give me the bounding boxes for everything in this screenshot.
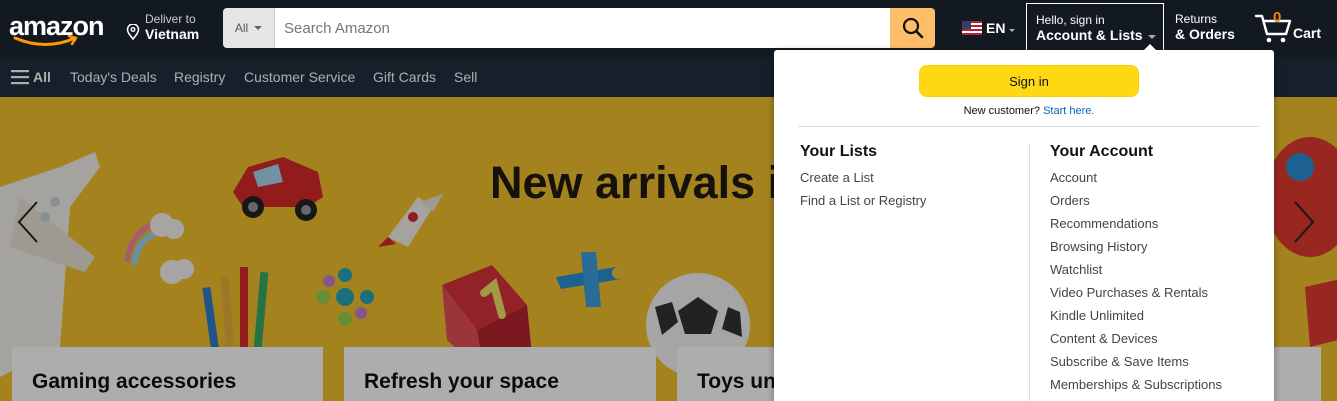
deliver-label: Deliver to bbox=[145, 12, 196, 26]
link-create-a-list[interactable]: Create a List bbox=[800, 169, 926, 192]
sign-in-button[interactable]: Sign in bbox=[919, 65, 1139, 97]
link-orders[interactable]: Orders bbox=[1050, 192, 1222, 215]
account-greeting: Hello, sign in bbox=[1036, 13, 1105, 27]
us-flag-icon bbox=[962, 21, 982, 35]
chevron-down-icon bbox=[1009, 28, 1016, 32]
search-category-label: All bbox=[234, 21, 249, 35]
chevron-down-icon bbox=[1147, 35, 1156, 39]
search-icon bbox=[902, 17, 923, 39]
orders-label: & Orders bbox=[1175, 26, 1235, 42]
cart-label: Cart bbox=[1293, 25, 1322, 41]
flyout-divider bbox=[798, 126, 1259, 127]
amazon-home-page: amazon Deliver to Vietnam All Search Ama… bbox=[0, 0, 1337, 401]
your-lists-links: Create a List Find a List or Registry bbox=[800, 169, 926, 215]
start-here-link[interactable]: Start here. bbox=[1043, 105, 1094, 117]
cart-count: 0 bbox=[1273, 9, 1282, 26]
deliver-location: Vietnam bbox=[145, 26, 200, 42]
returns-label: Returns bbox=[1175, 12, 1218, 26]
link-memberships-subscriptions[interactable]: Memberships & Subscriptions bbox=[1050, 376, 1222, 399]
search-button[interactable] bbox=[890, 8, 935, 48]
search-category-select[interactable]: All bbox=[223, 8, 275, 48]
language-selector[interactable]: EN bbox=[962, 17, 1018, 39]
search-bar: All bbox=[223, 8, 935, 48]
link-kindle-unlimited[interactable]: Kindle Unlimited bbox=[1050, 307, 1222, 330]
link-content-devices[interactable]: Content & Devices bbox=[1050, 330, 1222, 353]
link-browsing-history[interactable]: Browsing History bbox=[1050, 238, 1222, 261]
flyout-column-divider bbox=[1029, 144, 1030, 401]
account-label: Account & Lists bbox=[1036, 27, 1163, 43]
your-lists-heading: Your Lists bbox=[800, 143, 878, 160]
link-recommendations[interactable]: Recommendations bbox=[1050, 215, 1222, 238]
search-input[interactable] bbox=[275, 8, 890, 48]
account-lists-text: Account & Lists bbox=[1036, 27, 1143, 43]
new-customer-text: New customer? bbox=[963, 105, 1040, 117]
smile-arrow-icon bbox=[13, 35, 78, 46]
language-code: EN bbox=[986, 20, 1006, 36]
your-account-column: Your Account Account Orders Recommendati… bbox=[1050, 143, 1222, 399]
flyout-pointer bbox=[1143, 44, 1157, 51]
new-customer-prompt: New customer? Start here. bbox=[774, 105, 1284, 117]
link-subscribe-save-items[interactable]: Subscribe & Save Items bbox=[1050, 353, 1222, 376]
link-video-purchases-rentals[interactable]: Video Purchases & Rentals bbox=[1050, 284, 1222, 307]
deliver-to[interactable]: Deliver to Vietnam bbox=[126, 12, 216, 44]
amazon-logo[interactable]: amazon bbox=[9, 9, 109, 49]
your-lists-column: Your Lists Create a List Find a List or … bbox=[800, 143, 926, 215]
account-flyout: Sign in New customer? Start here. Your L… bbox=[774, 50, 1274, 401]
your-account-heading: Your Account bbox=[1050, 143, 1154, 160]
returns-orders[interactable]: Returns & Orders bbox=[1175, 12, 1235, 42]
link-watchlist[interactable]: Watchlist bbox=[1050, 261, 1222, 284]
location-pin-icon bbox=[126, 24, 140, 40]
top-nav: amazon Deliver to Vietnam All Search Ama… bbox=[0, 0, 1337, 57]
link-account[interactable]: Account bbox=[1050, 169, 1222, 192]
your-account-links: Account Orders Recommendations Browsing … bbox=[1050, 169, 1222, 399]
cart-button[interactable]: 0 Cart bbox=[1254, 8, 1328, 46]
link-find-a-list-or-registry[interactable]: Find a List or Registry bbox=[800, 192, 926, 215]
chevron-down-icon bbox=[254, 26, 263, 30]
